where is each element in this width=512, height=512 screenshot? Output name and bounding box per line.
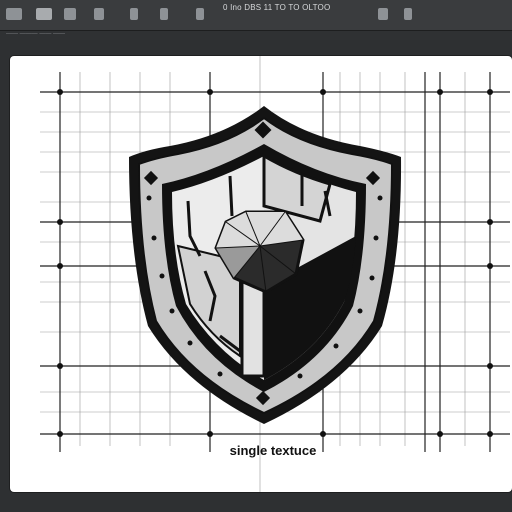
shield-artwork [40, 56, 510, 492]
toolbar-button-6[interactable] [160, 8, 168, 20]
toolbar-button-3[interactable] [64, 8, 76, 20]
toolbar-button-1[interactable] [6, 8, 22, 20]
top-toolbar: 0 Ino DBS 11 TO TO OLTOO [0, 0, 512, 31]
options-bar: —— ——— —— —— [0, 31, 512, 40]
toolbar-button-9[interactable] [404, 8, 412, 20]
toolbar-button-8[interactable] [378, 8, 388, 20]
toolbar-button-4[interactable] [94, 8, 104, 20]
menubar-text: 0 Ino DBS 11 TO TO OLTOO [223, 3, 331, 12]
options-text: —— ——— —— —— [6, 31, 66, 37]
canvas-caption: single textuce [229, 443, 317, 458]
document-canvas[interactable]: single textuce [10, 56, 512, 492]
toolbar-button-5[interactable] [130, 8, 138, 20]
toolbar-button-7[interactable] [196, 8, 204, 20]
toolbar-button-2[interactable] [36, 8, 52, 20]
